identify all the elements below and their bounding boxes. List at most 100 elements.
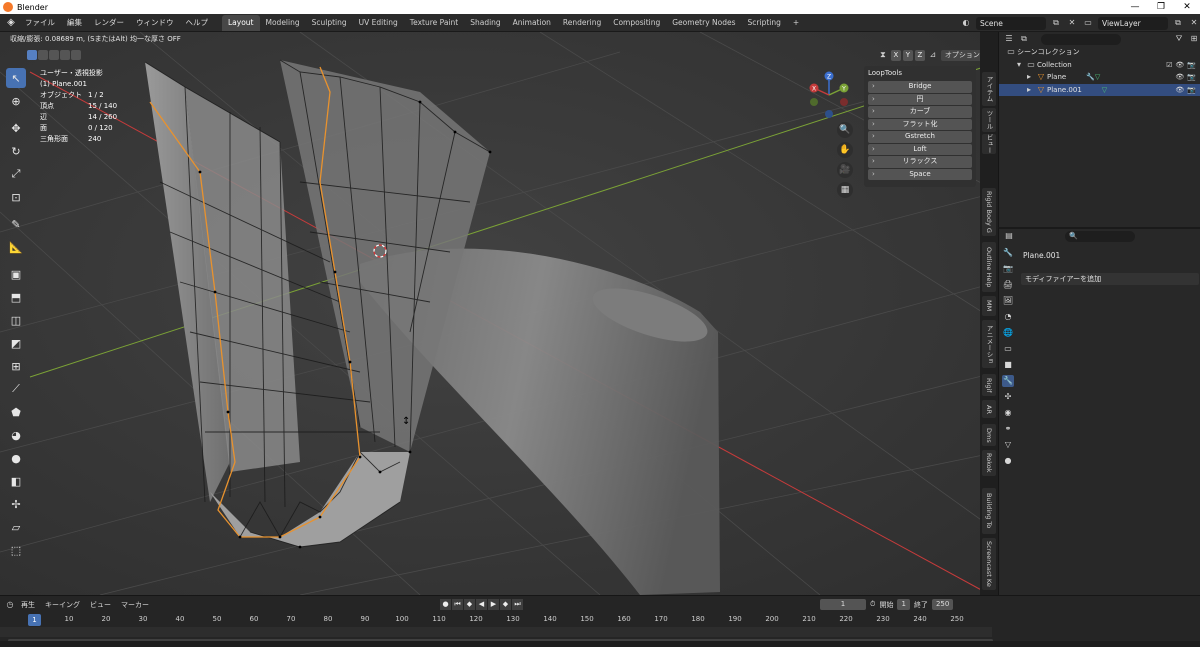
- tab-geometry-nodes[interactable]: Geometry Nodes: [666, 15, 741, 31]
- minimize-button[interactable]: —: [1122, 0, 1148, 14]
- timeline-ruler[interactable]: 10 20 30 40 50 60 70 80 90 100 110 120 1…: [0, 614, 992, 626]
- timeline-editor-type-icon[interactable]: ◷: [4, 599, 16, 611]
- knife-tool-icon[interactable]: ⟋: [6, 379, 26, 399]
- world-properties-icon[interactable]: 🌐: [1002, 327, 1014, 339]
- tab-rokok[interactable]: Rokok: [982, 450, 996, 476]
- scene-selector[interactable]: Scene: [976, 16, 1046, 30]
- collection-properties-icon[interactable]: ▭: [1002, 343, 1014, 355]
- physics-properties-icon[interactable]: ◉: [1002, 407, 1014, 419]
- looptools-curve-button[interactable]: › カーブ: [868, 106, 972, 118]
- rip-tool-icon[interactable]: ⬚: [6, 540, 26, 560]
- select-extend-button[interactable]: [38, 50, 48, 60]
- start-frame-field[interactable]: 1: [897, 599, 910, 610]
- blender-menu-icon[interactable]: ◈: [3, 16, 19, 30]
- current-frame-field[interactable]: 1: [820, 599, 866, 610]
- loop-cut-tool-icon[interactable]: ⊞: [6, 356, 26, 376]
- tab-animation[interactable]: アニメーショ: [982, 320, 996, 368]
- outliner-search-input[interactable]: [1041, 33, 1121, 45]
- pan-hand-icon[interactable]: ✋: [837, 142, 853, 158]
- transform-tool-icon[interactable]: ⊡: [6, 187, 26, 207]
- ortho-grid-icon[interactable]: ▦: [837, 182, 853, 198]
- outliner-row-plane[interactable]: ▸ ▽ Plane 🔧 ▽ 👁 📷: [999, 71, 1200, 84]
- tab-shading[interactable]: Shading: [464, 15, 506, 31]
- new-view-layer-icon[interactable]: ⧉: [1172, 17, 1184, 29]
- inset-tool-icon[interactable]: ◫: [6, 310, 26, 330]
- close-button[interactable]: ✕: [1174, 0, 1200, 14]
- tab-modeling[interactable]: Modeling: [260, 15, 306, 31]
- outliner-row-collection[interactable]: ▾ ▭ Collection ☑ 👁 📷: [999, 59, 1200, 72]
- poly-build-tool-icon[interactable]: ⬟: [6, 402, 26, 422]
- outliner-editor-type-icon[interactable]: ☰: [1003, 33, 1015, 45]
- record-icon[interactable]: ●: [440, 599, 451, 610]
- mirror-x-button[interactable]: X: [890, 49, 901, 61]
- timeline-track[interactable]: [0, 627, 992, 637]
- select-box-tool-icon[interactable]: ↖: [6, 68, 26, 88]
- disclosure-right-icon[interactable]: ▸: [1023, 84, 1035, 96]
- delete-view-layer-icon[interactable]: ✕: [1188, 17, 1200, 29]
- scale-tool-icon[interactable]: ⤢: [6, 164, 26, 184]
- scene-icon[interactable]: ◐: [960, 17, 972, 29]
- select-subtract-button[interactable]: [49, 50, 59, 60]
- properties-editor-type-icon[interactable]: ▤: [1003, 230, 1015, 242]
- tab-texture-paint[interactable]: Texture Paint: [404, 15, 464, 31]
- tab-compositing[interactable]: Compositing: [607, 15, 666, 31]
- add-cube-tool-icon[interactable]: ▣: [6, 264, 26, 284]
- add-modifier-dropdown[interactable]: モディファイアーを追加: [1021, 273, 1199, 285]
- 3d-viewport[interactable]: ↕ 収縮/膨張: 0.08689 m, (SまたはAlt) 均一な厚さ OFF …: [0, 32, 998, 595]
- tab-animation[interactable]: Animation: [507, 15, 557, 31]
- tab-view[interactable]: ビュー: [982, 134, 996, 154]
- play-reverse-icon[interactable]: ◀: [476, 599, 487, 610]
- disclosure-right-icon[interactable]: ▸: [1023, 71, 1035, 83]
- add-workspace-button[interactable]: +: [787, 15, 805, 31]
- new-scene-icon[interactable]: ⧉: [1050, 17, 1062, 29]
- menu-file[interactable]: ファイル: [19, 14, 61, 32]
- looptools-gstretch-button[interactable]: › Gstretch: [868, 131, 972, 143]
- tab-ar[interactable]: AR: [982, 400, 996, 418]
- outliner-row-scene-collection[interactable]: ▭ シーンコレクション: [999, 46, 1200, 59]
- looptools-flatten-button[interactable]: › フラット化: [868, 118, 972, 130]
- timeline-menu-view[interactable]: ビュー: [85, 600, 116, 610]
- delete-scene-icon[interactable]: ✕: [1066, 17, 1078, 29]
- render-properties-icon[interactable]: 📷: [1002, 263, 1014, 275]
- mirror-icon[interactable]: ⧗: [877, 49, 889, 61]
- tab-rendering[interactable]: Rendering: [557, 15, 607, 31]
- tab-uv-editing[interactable]: UV Editing: [353, 15, 404, 31]
- play-icon[interactable]: ▶: [488, 599, 499, 610]
- camera-view-icon[interactable]: 🎥: [837, 162, 853, 178]
- looptools-bridge-button[interactable]: › Bridge: [868, 81, 972, 93]
- tab-layout[interactable]: Layout: [222, 14, 260, 31]
- tab-tool[interactable]: ツール: [982, 108, 996, 132]
- maximize-button[interactable]: ❐: [1148, 0, 1174, 14]
- display-mode-icon[interactable]: ⧉: [1018, 33, 1030, 45]
- outliner-row-plane-001[interactable]: ▸ ▽ Plane.001 ▽ 👁 📷: [999, 83, 1200, 96]
- extrude-tool-icon[interactable]: ⬒: [6, 287, 26, 307]
- particle-properties-icon[interactable]: ✣: [1002, 391, 1014, 403]
- select-intersect-button[interactable]: [71, 50, 81, 60]
- looptools-space-button[interactable]: › Space: [868, 168, 972, 180]
- jump-end-icon[interactable]: ⏭: [512, 599, 523, 610]
- spin-tool-icon[interactable]: ◕: [6, 425, 26, 445]
- measure-tool-icon[interactable]: 📐: [6, 237, 26, 257]
- menu-edit[interactable]: 編集: [61, 14, 88, 32]
- modifier-properties-icon[interactable]: 🔧: [1002, 375, 1014, 387]
- tab-dms[interactable]: Dms: [982, 424, 996, 446]
- mirror-z-button[interactable]: Z: [914, 49, 925, 61]
- filter-icon[interactable]: ⛛: [1173, 33, 1185, 45]
- zoom-icon[interactable]: 🔍: [837, 122, 853, 138]
- looptools-circle-button[interactable]: › 円: [868, 93, 972, 105]
- shear-tool-icon[interactable]: ▱: [6, 517, 26, 537]
- bevel-tool-icon[interactable]: ◩: [6, 333, 26, 353]
- looptools-loft-button[interactable]: › Loft: [868, 143, 972, 155]
- tool-properties-icon[interactable]: 🔧: [1002, 247, 1014, 259]
- cursor-tool-icon[interactable]: ⊕: [6, 91, 26, 111]
- select-new-button[interactable]: [27, 50, 37, 60]
- edge-slide-tool-icon[interactable]: ◧: [6, 471, 26, 491]
- view-layer-icon[interactable]: ▭: [1082, 17, 1094, 29]
- looptools-relax-button[interactable]: › リラックス: [868, 156, 972, 168]
- new-collection-icon[interactable]: ⊞: [1188, 33, 1200, 45]
- end-frame-field[interactable]: 250: [931, 599, 954, 610]
- navigation-gizmo[interactable]: Z Y X: [804, 70, 854, 120]
- tab-screencast-keys[interactable]: Screencast Ke: [982, 538, 996, 590]
- playhead-frame-indicator[interactable]: 1: [28, 614, 41, 626]
- looptools-header[interactable]: LoopTools: [864, 66, 976, 80]
